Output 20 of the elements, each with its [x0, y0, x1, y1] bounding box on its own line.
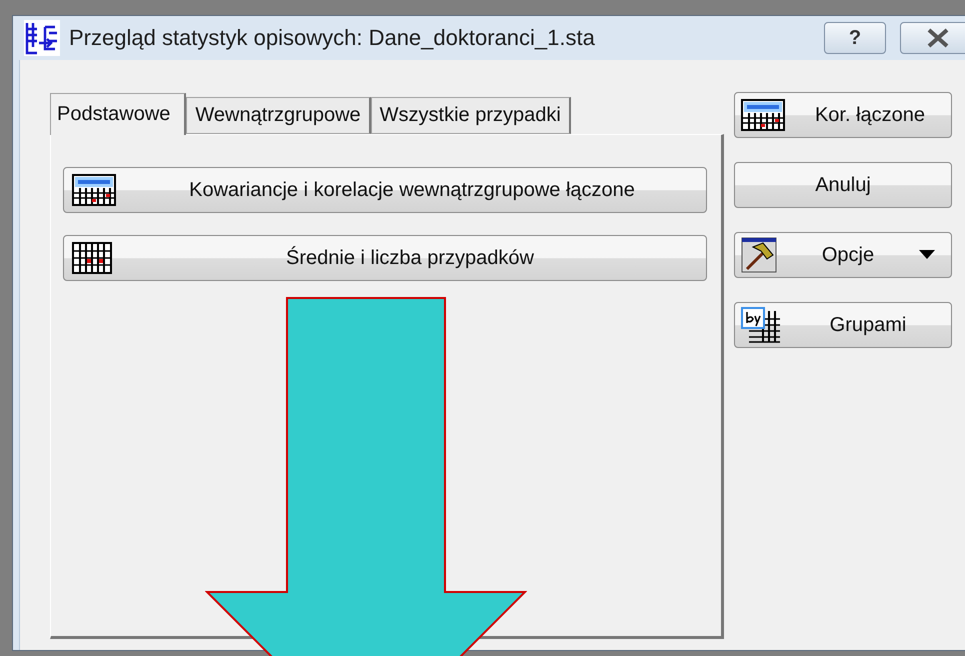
help-button[interactable]: ? [824, 22, 886, 54]
tab[interactable]: Wewnątrzgrupowe [186, 97, 371, 134]
app-icon [23, 19, 61, 57]
action-button[interactable]: Kowariancje i korelacje wewnątrzgrupowe łączone [63, 167, 707, 213]
hammer-icon [741, 237, 777, 273]
dropdown-button[interactable]: Opcje [734, 232, 952, 278]
action-button[interactable]: Grupami [734, 302, 952, 348]
action-button[interactable]: Anuluj [734, 162, 952, 208]
action-button[interactable]: Średnie i liczba przypadków [63, 235, 707, 281]
action-button[interactable]: Kor. łączone [734, 92, 952, 138]
table-icon [72, 174, 116, 206]
grouped-table-icon [741, 307, 781, 343]
tab[interactable]: Wszystkie przypadki [370, 97, 571, 134]
caret-icon [919, 250, 935, 260]
window-title: Przegląd statystyk opisowych: Dane_doktoranci_1.sta [69, 25, 596, 51]
close-button[interactable] [900, 22, 965, 54]
close-icon [926, 28, 950, 48]
tab[interactable]: Podstawowe [50, 93, 186, 135]
table-icon [741, 99, 785, 131]
grid-icon [72, 242, 112, 274]
